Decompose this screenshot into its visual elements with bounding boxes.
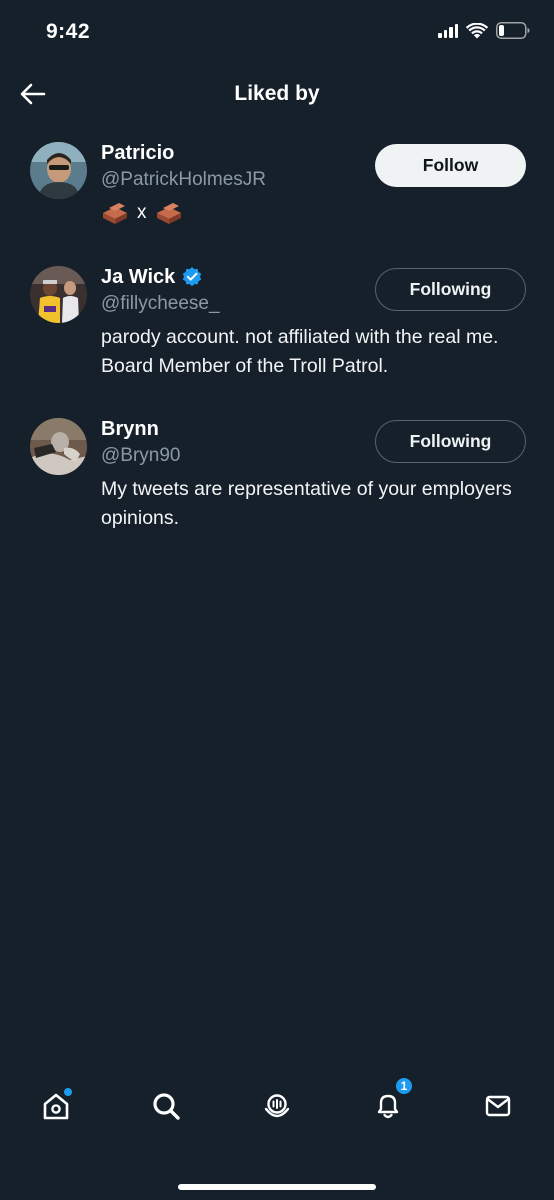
notifications-icon <box>377 1094 399 1119</box>
following-button[interactable]: Following <box>375 268 526 311</box>
user-item[interactable]: Ja Wick @fillycheese_ parody account. no… <box>0 248 554 400</box>
bio-separator: x <box>137 202 147 223</box>
nav-search[interactable] <box>144 1084 188 1128</box>
display-name[interactable]: Patricio <box>101 142 174 165</box>
follow-button[interactable]: Follow <box>375 144 526 187</box>
display-name[interactable]: Brynn <box>101 418 159 441</box>
following-button[interactable]: Following <box>375 420 526 463</box>
user-bio: x <box>101 201 530 225</box>
avatar[interactable] <box>30 418 87 475</box>
avatar[interactable] <box>30 266 87 323</box>
avatar[interactable] <box>30 142 87 199</box>
status-icons <box>438 22 530 39</box>
status-bar: 9:42 <box>0 0 554 66</box>
nav-row: 1 <box>0 1076 554 1128</box>
nav-spaces[interactable] <box>255 1084 299 1128</box>
user-bio: parody account. not affiliated with the … <box>101 326 499 377</box>
header: Liked by <box>0 66 554 124</box>
wifi-icon <box>466 22 488 38</box>
nav-home[interactable] <box>34 1084 78 1128</box>
nav-messages[interactable] <box>476 1084 520 1128</box>
user-item[interactable]: Patricio @PatrickHolmesJR x Follow <box>0 124 554 248</box>
nav-notifications[interactable]: 1 <box>366 1076 414 1128</box>
cellular-signal-icon <box>438 23 458 38</box>
messages-icon <box>485 1095 511 1117</box>
display-name[interactable]: Ja Wick <box>101 266 175 289</box>
brick-icon <box>156 203 181 224</box>
page-title: Liked by <box>234 82 320 105</box>
bottom-nav: 1 <box>0 1066 554 1200</box>
brick-icon <box>103 203 127 224</box>
user-bio: My tweets are representative of your emp… <box>101 478 512 529</box>
battery-icon <box>496 22 530 39</box>
notifications-badge: 1 <box>394 1076 414 1096</box>
verified-badge-icon <box>183 267 202 287</box>
home-unread-dot <box>64 1088 72 1096</box>
status-time: 9:42 <box>46 20 91 43</box>
user-list: Patricio @PatrickHolmesJR x Follow Ja Wi… <box>0 124 554 540</box>
user-item[interactable]: Brynn @Bryn90 My tweets are representati… <box>0 400 554 540</box>
home-indicator[interactable] <box>178 1184 376 1190</box>
spaces-icon <box>264 1094 290 1118</box>
search-icon <box>153 1093 180 1120</box>
